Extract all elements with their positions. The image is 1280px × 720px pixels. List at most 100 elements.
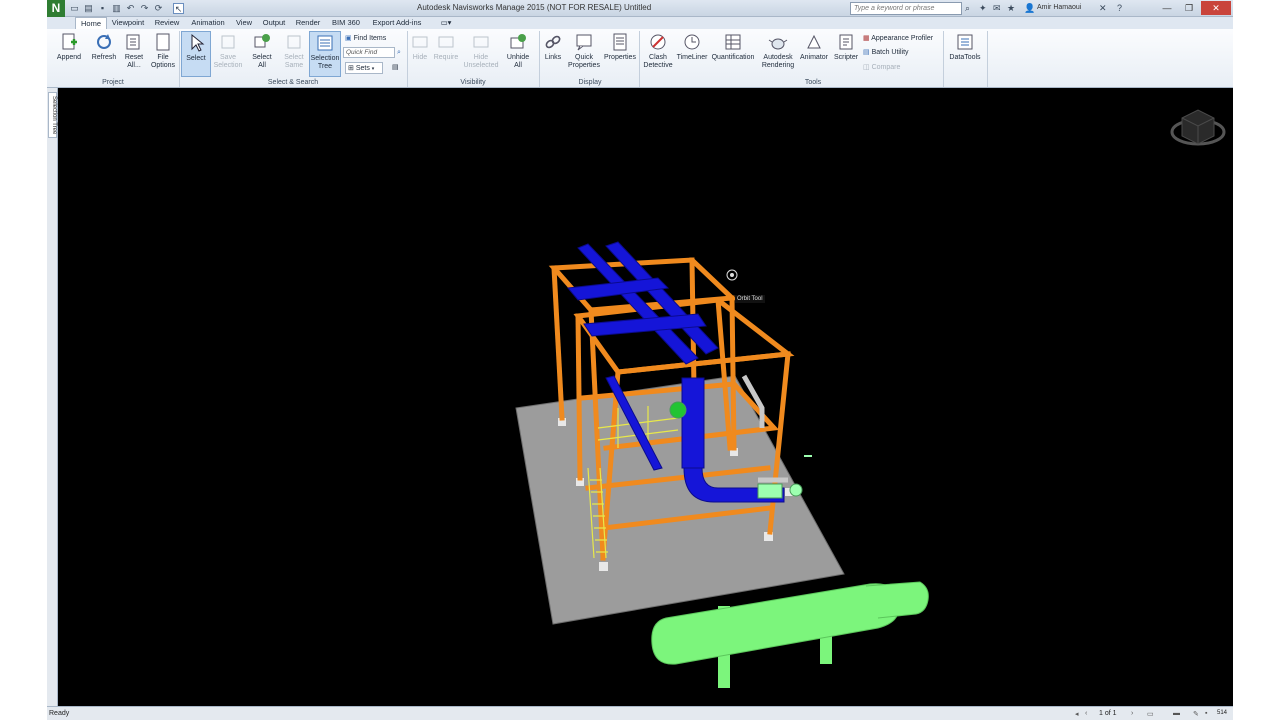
help-icon[interactable]: ? xyxy=(1117,3,1122,14)
save-selection-button[interactable]: Save Selection xyxy=(211,31,245,77)
find-items-icon: ▣ xyxy=(345,35,352,42)
sets-icon: ⊞ xyxy=(348,65,354,72)
separator xyxy=(943,31,944,87)
append-button[interactable]: Append xyxy=(51,31,87,77)
select-all-button[interactable]: Select All xyxy=(247,31,277,77)
favorites-star-icon[interactable]: ★ xyxy=(1007,3,1015,14)
animator-button[interactable]: Animator xyxy=(797,31,831,77)
open-file-icon[interactable]: ▤ xyxy=(83,3,94,14)
save-selection-label-2: Selection xyxy=(213,62,243,69)
quick-properties-button[interactable]: Quick Properties xyxy=(565,31,603,77)
reset-all-button[interactable]: Reset All... xyxy=(121,31,147,77)
next-sheet-icon[interactable]: › xyxy=(1131,710,1133,717)
quick-find-input[interactable]: Quick Find xyxy=(343,47,395,58)
batch-utility-button[interactable]: ▤ Batch Utility xyxy=(863,47,909,59)
save-icon[interactable]: ▪ xyxy=(97,3,108,14)
properties-button[interactable]: Properties xyxy=(603,31,637,77)
status-text: Ready xyxy=(49,710,70,717)
autodesk-rendering-button[interactable]: Autodesk Rendering xyxy=(759,31,797,77)
datatools-button[interactable]: DataTools xyxy=(945,31,985,77)
new-file-icon[interactable]: ▭ xyxy=(69,3,80,14)
clash-detective-button[interactable]: Clash Detective xyxy=(641,31,675,77)
rendering-teapot-icon xyxy=(768,38,788,50)
manage-sets-icon[interactable]: ▤ xyxy=(392,62,399,74)
animator-label: Animator xyxy=(799,54,828,61)
selection-tree-panel-tab[interactable]: Selection Tree xyxy=(48,92,57,138)
subscription-icon[interactable]: ✦ xyxy=(979,3,987,14)
redo-icon[interactable]: ↷ xyxy=(139,3,150,14)
project-group-label[interactable]: Project xyxy=(49,78,177,87)
communication-icon[interactable]: ✉ xyxy=(993,3,1001,14)
print-icon[interactable]: ▥ xyxy=(111,3,122,14)
timeliner-icon xyxy=(684,34,700,50)
timeliner-button[interactable]: TimeLiner xyxy=(675,31,709,77)
selection-tree-button[interactable]: Selection Tree xyxy=(309,31,341,77)
select-button[interactable]: Select xyxy=(181,31,211,77)
first-sheet-icon[interactable]: ◂ xyxy=(1075,710,1079,718)
scripter-button[interactable]: Scripter xyxy=(831,31,861,77)
select-qa-icon[interactable]: ↖ xyxy=(173,3,184,14)
tab-output[interactable]: Output xyxy=(259,17,289,29)
tab-animation[interactable]: Animation xyxy=(187,17,229,29)
ribbon-toggle-icon[interactable]: ▭▾ xyxy=(439,17,453,29)
refresh-icon xyxy=(97,34,111,49)
tab-home[interactable]: Home xyxy=(75,17,107,29)
require-button[interactable]: Require xyxy=(431,31,461,77)
links-button[interactable]: Links xyxy=(541,31,565,77)
appearance-profiler-button[interactable]: ▦ Appearance Profiler xyxy=(863,33,933,45)
minimize-icon[interactable]: — xyxy=(1157,1,1177,15)
reset-all-icon xyxy=(126,34,140,50)
close-icon[interactable]: ✕ xyxy=(1201,1,1231,15)
exchange-icon[interactable]: ✕ xyxy=(1099,3,1107,14)
quick-find-search-icon[interactable]: ⌕ xyxy=(397,47,401,59)
unhide-all-button[interactable]: Unhide All xyxy=(503,31,533,77)
scripter-label: Scripter xyxy=(833,54,859,61)
file-options-icon xyxy=(156,33,170,51)
restore-icon[interactable]: ❐ xyxy=(1179,1,1199,15)
separator xyxy=(539,31,540,87)
3d-model-scene xyxy=(515,109,1226,688)
select-search-group-label[interactable]: Select & Search xyxy=(181,78,405,87)
tab-viewpoint[interactable]: Viewpoint xyxy=(109,17,147,29)
refresh-qa-icon[interactable]: ⟳ xyxy=(153,3,164,14)
tab-view[interactable]: View xyxy=(233,17,255,29)
refresh-label: Refresh xyxy=(91,54,117,61)
ribbon-tabs: Home Viewpoint Review Animation View Out… xyxy=(47,17,1233,29)
help-search-input[interactable]: Type a keyword or phrase xyxy=(850,2,962,15)
require-icon xyxy=(438,36,454,48)
timeliner-label: TimeLiner xyxy=(676,54,708,61)
tab-bim-360[interactable]: BIM 360 xyxy=(329,17,363,29)
application-menu-button[interactable]: N xyxy=(47,0,65,17)
select-same-button[interactable]: Select Same xyxy=(279,31,309,77)
navisworks-window: N ▭ ▤ ▪ ▥ ↶ ↷ ⟳ ↖ Autodesk Navisworks Ma… xyxy=(0,0,1280,720)
autodesk-rendering-label-1: Autodesk xyxy=(763,54,793,61)
undo-icon[interactable]: ↶ xyxy=(125,3,136,14)
select-all-label-1: Select xyxy=(252,54,272,61)
tab-review[interactable]: Review xyxy=(151,17,183,29)
select-cursor-icon xyxy=(191,33,205,52)
viewcube-icon[interactable] xyxy=(1170,109,1226,146)
file-options-button[interactable]: File Options xyxy=(147,31,179,77)
sheet-browser-icon[interactable]: ▭ xyxy=(1147,710,1154,718)
select-label: Select xyxy=(186,55,206,62)
select-all-icon xyxy=(254,34,270,48)
user-icon: 👤 xyxy=(1024,3,1036,13)
unhide-all-label-2: All xyxy=(514,62,522,69)
refresh-button[interactable]: Refresh xyxy=(87,31,121,77)
tab-render[interactable]: Render xyxy=(293,17,323,29)
compare-icon: ◫ xyxy=(863,64,870,71)
prev-sheet-icon[interactable]: ‹ xyxy=(1085,710,1087,717)
user-name[interactable]: Amir Hamaoui xyxy=(1037,4,1081,11)
compare-button[interactable]: ◫ Compare xyxy=(863,62,900,74)
scene-viewport[interactable]: Orbit Tool xyxy=(58,88,1233,706)
selection-tree-tab-label: Selection Tree xyxy=(51,96,57,135)
sets-dropdown[interactable]: ⊞ Sets ▾ xyxy=(345,62,383,74)
selection-tree-label-1: Selection xyxy=(310,55,340,62)
hide-unselected-button[interactable]: Hide Unselected xyxy=(461,31,501,77)
tab-export-add-ins[interactable]: Export Add-ins xyxy=(369,17,425,29)
binoculars-icon[interactable]: ⌕ xyxy=(965,3,970,14)
quantification-button[interactable]: Quantification xyxy=(709,31,757,77)
hide-button[interactable]: Hide xyxy=(409,31,431,77)
find-items-button[interactable]: ▣ Find Items xyxy=(345,33,386,45)
clash-detective-label-2: Detective xyxy=(643,62,673,69)
